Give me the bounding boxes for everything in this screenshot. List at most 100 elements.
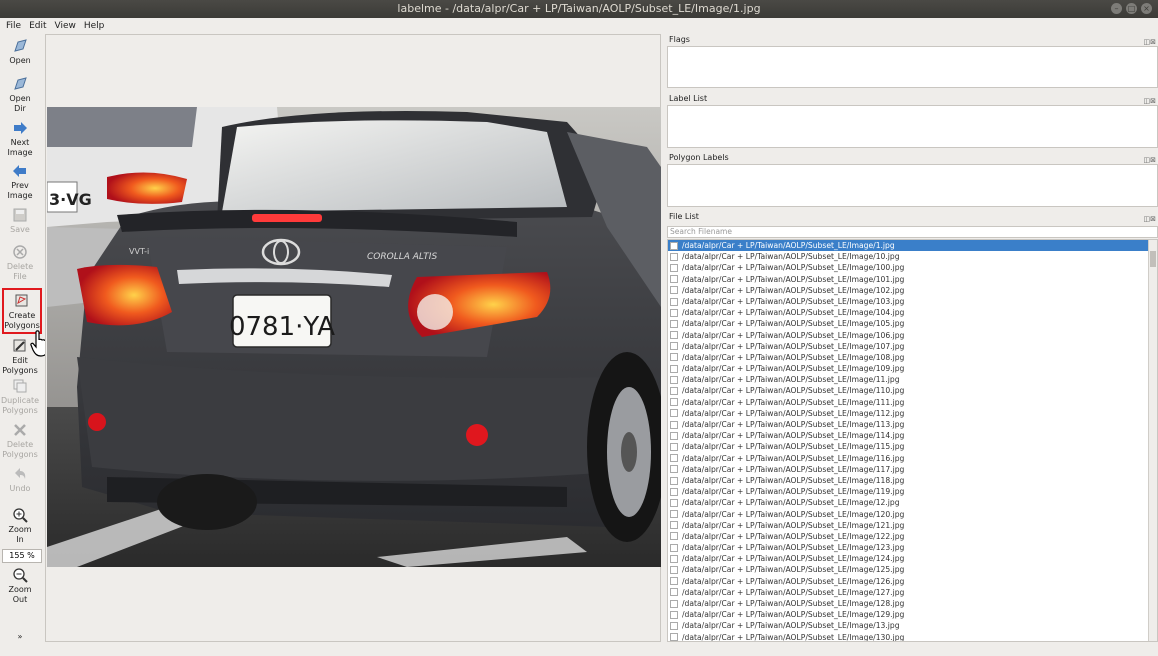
file-list-item[interactable]: /data/alpr/Car + LP/Taiwan/AOLP/Subset_L…	[668, 330, 1157, 341]
file-checkbox[interactable]	[670, 621, 678, 630]
edit-polygons-button[interactable]: Edit Polygons	[0, 338, 40, 376]
file-list-item[interactable]: /data/alpr/Car + LP/Taiwan/AOLP/Subset_L…	[668, 307, 1157, 318]
file-checkbox[interactable]	[670, 487, 678, 496]
menu-view[interactable]: View	[55, 21, 76, 31]
file-list-item[interactable]: /data/alpr/Car + LP/Taiwan/AOLP/Subset_L…	[668, 564, 1157, 575]
save-button[interactable]: Save	[0, 207, 40, 235]
file-list-item[interactable]: /data/alpr/Car + LP/Taiwan/AOLP/Subset_L…	[668, 598, 1157, 609]
file-list-panel-controls[interactable]: ◫⊠	[1144, 213, 1156, 225]
maximize-button[interactable]: □	[1126, 3, 1137, 14]
file-checkbox[interactable]	[670, 409, 678, 418]
file-checkbox[interactable]	[670, 454, 678, 463]
file-list-item[interactable]: /data/alpr/Car + LP/Taiwan/AOLP/Subset_L…	[668, 430, 1157, 441]
file-checkbox[interactable]	[670, 431, 678, 440]
file-checkbox[interactable]	[670, 319, 678, 328]
file-checkbox[interactable]	[670, 308, 678, 317]
undo-button[interactable]: Undo	[0, 466, 40, 494]
file-list-item[interactable]: /data/alpr/Car + LP/Taiwan/AOLP/Subset_L…	[668, 520, 1157, 531]
open-button[interactable]: Open	[0, 38, 40, 66]
file-list-item[interactable]: /data/alpr/Car + LP/Taiwan/AOLP/Subset_L…	[668, 408, 1157, 419]
delete-file-button[interactable]: Delete File	[0, 244, 40, 282]
polygon-labels-list[interactable]	[667, 164, 1158, 207]
file-list-item[interactable]: /data/alpr/Car + LP/Taiwan/AOLP/Subset_L…	[668, 240, 1157, 252]
file-checkbox[interactable]	[670, 420, 678, 429]
file-checkbox[interactable]	[670, 476, 678, 485]
minimize-button[interactable]: –	[1111, 3, 1122, 14]
file-checkbox[interactable]	[670, 599, 678, 608]
file-list-item[interactable]: /data/alpr/Car + LP/Taiwan/AOLP/Subset_L…	[668, 419, 1157, 430]
file-list-item[interactable]: /data/alpr/Car + LP/Taiwan/AOLP/Subset_L…	[668, 262, 1157, 273]
search-filename-input[interactable]: Search Filename	[667, 226, 1158, 238]
file-checkbox[interactable]	[670, 510, 678, 519]
file-checkbox[interactable]	[670, 353, 678, 362]
close-button[interactable]: ×	[1141, 3, 1152, 14]
zoom-in-button[interactable]: Zoom In	[0, 507, 40, 545]
file-list[interactable]: /data/alpr/Car + LP/Taiwan/AOLP/Subset_L…	[667, 239, 1158, 642]
zoom-out-button[interactable]: Zoom Out	[0, 567, 40, 605]
file-list-item[interactable]: /data/alpr/Car + LP/Taiwan/AOLP/Subset_L…	[668, 352, 1157, 363]
file-checkbox[interactable]	[670, 331, 678, 340]
image-canvas[interactable]: 3·VG COROLLA ALTIS VVT-i 0781·YA	[47, 107, 661, 567]
file-checkbox[interactable]	[670, 342, 678, 351]
delete-polygons-button[interactable]: Delete Polygons	[0, 422, 40, 460]
file-list-item[interactable]: /data/alpr/Car + LP/Taiwan/AOLP/Subset_L…	[668, 385, 1157, 396]
file-list-item[interactable]: /data/alpr/Car + LP/Taiwan/AOLP/Subset_L…	[668, 509, 1157, 520]
menu-help[interactable]: Help	[84, 21, 105, 31]
file-checkbox[interactable]	[670, 554, 678, 563]
file-checkbox[interactable]	[670, 375, 678, 384]
flags-list[interactable]	[667, 46, 1158, 88]
file-checkbox[interactable]	[670, 588, 678, 597]
create-polygons-button[interactable]: Create Polygons	[2, 288, 42, 334]
file-checkbox[interactable]	[670, 442, 678, 451]
file-list-item[interactable]: /data/alpr/Car + LP/Taiwan/AOLP/Subset_L…	[668, 632, 1157, 641]
file-list-item[interactable]: /data/alpr/Car + LP/Taiwan/AOLP/Subset_L…	[668, 296, 1157, 307]
file-list-item[interactable]: /data/alpr/Car + LP/Taiwan/AOLP/Subset_L…	[668, 397, 1157, 408]
file-list-item[interactable]: /data/alpr/Car + LP/Taiwan/AOLP/Subset_L…	[668, 486, 1157, 497]
file-checkbox[interactable]	[670, 241, 678, 250]
file-checkbox[interactable]	[670, 543, 678, 552]
menu-file[interactable]: File	[6, 21, 21, 31]
file-list-item[interactable]: /data/alpr/Car + LP/Taiwan/AOLP/Subset_L…	[668, 587, 1157, 598]
toolbar-overflow-button[interactable]: »	[0, 632, 40, 642]
file-checkbox[interactable]	[670, 633, 678, 641]
file-checkbox[interactable]	[670, 521, 678, 530]
file-list-item[interactable]: /data/alpr/Car + LP/Taiwan/AOLP/Subset_L…	[668, 318, 1157, 329]
file-list-item[interactable]: /data/alpr/Car + LP/Taiwan/AOLP/Subset_L…	[668, 531, 1157, 542]
file-checkbox[interactable]	[670, 286, 678, 295]
file-checkbox[interactable]	[670, 364, 678, 373]
file-checkbox[interactable]	[670, 252, 678, 261]
menu-edit[interactable]: Edit	[29, 21, 46, 31]
open-dir-button[interactable]: Open Dir	[0, 76, 40, 114]
file-checkbox[interactable]	[670, 577, 678, 586]
file-list-item[interactable]: /data/alpr/Car + LP/Taiwan/AOLP/Subset_L…	[668, 576, 1157, 587]
file-list-scrollbar[interactable]	[1148, 240, 1157, 641]
file-list-item[interactable]: /data/alpr/Car + LP/Taiwan/AOLP/Subset_L…	[668, 251, 1157, 262]
file-list-item[interactable]: /data/alpr/Car + LP/Taiwan/AOLP/Subset_L…	[668, 497, 1157, 508]
prev-image-button[interactable]: Prev Image	[0, 163, 40, 201]
file-checkbox[interactable]	[670, 275, 678, 284]
file-list-item[interactable]: /data/alpr/Car + LP/Taiwan/AOLP/Subset_L…	[668, 453, 1157, 464]
file-list-item[interactable]: /data/alpr/Car + LP/Taiwan/AOLP/Subset_L…	[668, 609, 1157, 620]
file-checkbox[interactable]	[670, 387, 678, 396]
zoom-value-input[interactable]: 155 %	[2, 549, 42, 563]
file-checkbox[interactable]	[670, 263, 678, 272]
file-list-item[interactable]: /data/alpr/Car + LP/Taiwan/AOLP/Subset_L…	[668, 285, 1157, 296]
duplicate-polygons-button[interactable]: Duplicate Polygons	[0, 378, 40, 416]
file-checkbox[interactable]	[670, 532, 678, 541]
file-list-item[interactable]: /data/alpr/Car + LP/Taiwan/AOLP/Subset_L…	[668, 475, 1157, 486]
label-list[interactable]	[667, 105, 1158, 148]
scrollbar-thumb[interactable]	[1150, 251, 1156, 267]
file-list-item[interactable]: /data/alpr/Car + LP/Taiwan/AOLP/Subset_L…	[668, 274, 1157, 285]
next-image-button[interactable]: Next Image	[0, 120, 40, 158]
file-list-item[interactable]: /data/alpr/Car + LP/Taiwan/AOLP/Subset_L…	[668, 374, 1157, 385]
file-checkbox[interactable]	[670, 398, 678, 407]
file-checkbox[interactable]	[670, 566, 678, 575]
file-checkbox[interactable]	[670, 610, 678, 619]
file-checkbox[interactable]	[670, 498, 678, 507]
file-list-item[interactable]: /data/alpr/Car + LP/Taiwan/AOLP/Subset_L…	[668, 363, 1157, 374]
file-checkbox[interactable]	[670, 465, 678, 474]
file-checkbox[interactable]	[670, 297, 678, 306]
file-list-item[interactable]: /data/alpr/Car + LP/Taiwan/AOLP/Subset_L…	[668, 441, 1157, 452]
file-list-item[interactable]: /data/alpr/Car + LP/Taiwan/AOLP/Subset_L…	[668, 341, 1157, 352]
file-list-item[interactable]: /data/alpr/Car + LP/Taiwan/AOLP/Subset_L…	[668, 464, 1157, 475]
